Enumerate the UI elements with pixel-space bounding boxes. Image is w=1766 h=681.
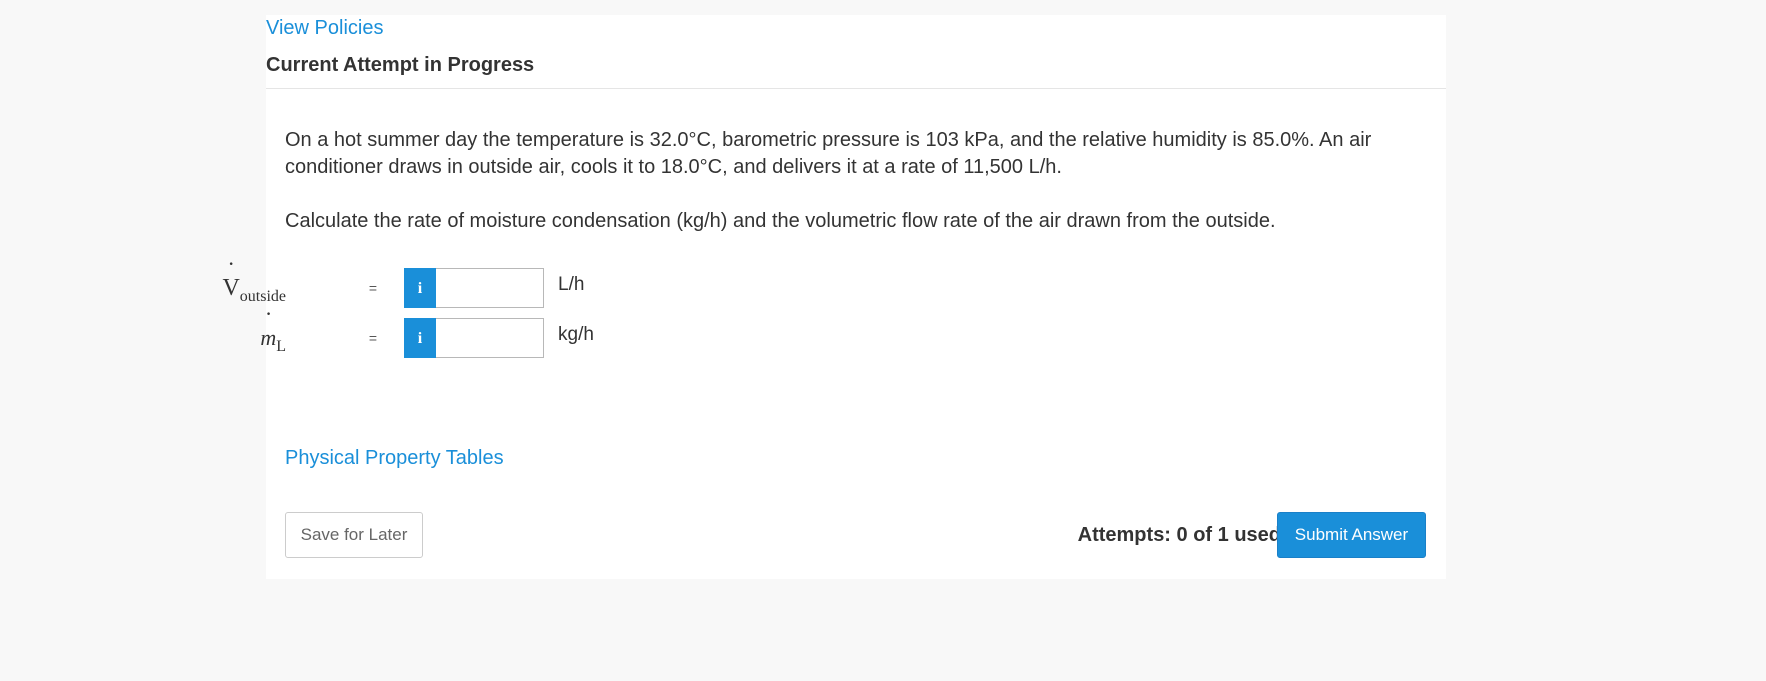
- header-divider: [266, 88, 1446, 89]
- v-outside-info-icon[interactable]: i: [404, 268, 436, 308]
- m-l-unit: kg/h: [558, 324, 594, 345]
- v-outside-equals: =: [368, 280, 378, 296]
- attempts-counter: Attempts: 0 of 1 used: [1077, 524, 1281, 546]
- question-panel: View Policies Current Attempt in Progres…: [222, 15, 1446, 579]
- v-outside-subscript: outside: [239, 288, 286, 305]
- m-l-input[interactable]: [436, 318, 544, 358]
- v-outside-unit: L/h: [558, 274, 585, 295]
- m-l-equals: =: [368, 330, 378, 346]
- view-policies-link[interactable]: View Policies: [266, 15, 383, 41]
- question-text: On a hot summer day the temperature is 3…: [285, 127, 1405, 235]
- v-outside-label: · Voutside: [222, 253, 286, 309]
- answer-row-m-l: · mL = i kg/h: [260, 303, 866, 359]
- m-l-subscript: L: [276, 338, 286, 355]
- physical-property-tables-link[interactable]: Physical Property Tables: [285, 445, 504, 471]
- v-outside-input[interactable]: [436, 268, 544, 308]
- attempt-status-title: Current Attempt in Progress: [266, 54, 535, 76]
- question-paragraph-1: On a hot summer day the temperature is 3…: [285, 129, 1372, 178]
- m-l-symbol: m: [260, 325, 277, 350]
- m-l-dot: ·: [265, 301, 272, 326]
- m-l-label: · mL: [260, 303, 286, 359]
- v-outside-dot: ·: [227, 251, 235, 276]
- question-paragraph-2: Calculate the rate of moisture condensat…: [285, 210, 1276, 232]
- m-l-info-icon[interactable]: i: [404, 318, 436, 358]
- submit-answer-button[interactable]: Submit Answer: [1277, 512, 1426, 558]
- answer-row-v-outside: · Voutside = i L/h: [222, 253, 866, 309]
- v-outside-symbol: V: [222, 275, 240, 301]
- save-for-later-button[interactable]: Save for Later: [285, 512, 423, 558]
